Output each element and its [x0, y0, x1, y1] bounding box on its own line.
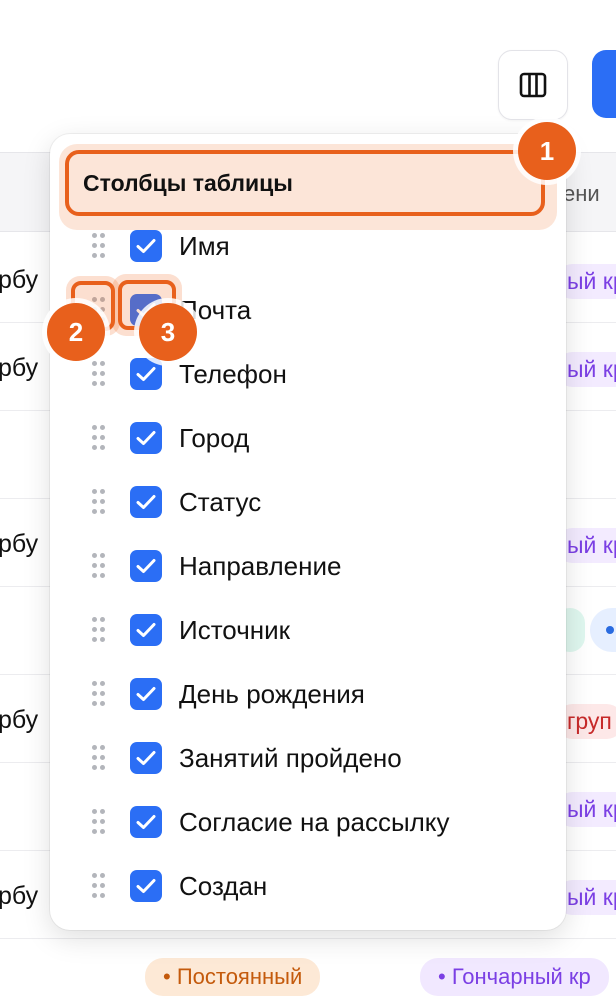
column-checkbox[interactable] — [130, 486, 162, 518]
column-checkbox[interactable] — [130, 870, 162, 902]
column-option-row[interactable]: Создан — [80, 862, 540, 910]
column-option-label: Статус — [179, 487, 262, 517]
column-option-label: Источник — [179, 615, 290, 645]
columns-settings-button[interactable] — [498, 50, 568, 120]
drag-handle-icon[interactable] — [92, 553, 106, 579]
dropdown-title: Столбцы таблицы — [83, 170, 293, 196]
checkmark-icon — [136, 687, 156, 701]
column-option-row[interactable]: Имя — [80, 222, 540, 270]
column-checkbox[interactable] — [130, 550, 162, 582]
annotation-badge-3: 3 — [139, 303, 197, 361]
drag-handle-icon[interactable] — [92, 873, 106, 899]
column-option-label: Телефон — [179, 359, 287, 389]
table-cell-name: рбу — [0, 530, 39, 558]
checkmark-icon — [136, 879, 156, 893]
dot-icon — [606, 626, 614, 634]
column-header-partial: ени — [563, 181, 600, 206]
drag-handle-icon[interactable] — [92, 745, 106, 771]
checkmark-icon — [136, 751, 156, 765]
checkmark-icon — [136, 367, 156, 381]
status-pill — [590, 608, 616, 652]
column-option-label: Направление — [179, 551, 342, 581]
dropdown-title-box: Столбцы таблицы — [65, 150, 545, 216]
table-cell-name: рбу — [0, 882, 39, 910]
column-option-row[interactable]: Направление — [80, 542, 540, 590]
annotation-badge-1: 1 — [518, 122, 576, 180]
column-checkbox[interactable] — [130, 614, 162, 646]
columns-icon — [519, 72, 547, 98]
checkmark-icon — [136, 239, 156, 253]
checkmark-icon — [136, 815, 156, 829]
row-divider — [0, 938, 616, 939]
table-cell-name: рбу — [0, 354, 39, 382]
column-option-label: День рождения — [179, 679, 365, 709]
column-option-label: Имя — [179, 231, 230, 261]
column-option-row[interactable]: Статус — [80, 478, 540, 526]
column-checkbox[interactable] — [130, 678, 162, 710]
drag-handle-icon[interactable] — [92, 425, 106, 451]
checkmark-icon — [136, 431, 156, 445]
checkmark-icon — [136, 623, 156, 637]
column-option-label: Создан — [179, 871, 268, 901]
column-option-label: Согласие на рассылку — [179, 807, 450, 837]
column-checkbox[interactable] — [130, 358, 162, 390]
column-option-row[interactable]: Занятий пройдено — [80, 734, 540, 782]
drag-handle-icon[interactable] — [92, 361, 106, 387]
column-option-label: Город — [179, 423, 250, 453]
column-checkbox[interactable] — [130, 742, 162, 774]
status-badge: • Постоянный — [145, 958, 321, 996]
table-cell-name: рбу — [0, 266, 39, 294]
primary-action-button[interactable] — [592, 50, 616, 118]
column-checkbox[interactable] — [130, 806, 162, 838]
column-option-row[interactable]: Телефон — [80, 350, 540, 398]
column-option-row[interactable]: Город — [80, 414, 540, 462]
column-option-row[interactable]: Согласие на рассылку — [80, 798, 540, 846]
column-option-row[interactable]: Источник — [80, 606, 540, 654]
drag-handle-icon[interactable] — [92, 489, 106, 515]
column-option-row[interactable]: День рождения — [80, 670, 540, 718]
checkmark-icon — [136, 495, 156, 509]
column-checkbox[interactable] — [130, 422, 162, 454]
status-badge: • Гончарный кр — [420, 958, 609, 996]
drag-handle-icon[interactable] — [92, 233, 106, 259]
table-cell-name: рбу — [0, 706, 39, 734]
column-option-label: Занятий пройдено — [179, 743, 402, 773]
drag-handle-icon[interactable] — [92, 617, 106, 643]
checkmark-icon — [136, 559, 156, 573]
drag-handle-icon[interactable] — [92, 681, 106, 707]
annotation-badge-2: 2 — [47, 303, 105, 361]
drag-handle-icon[interactable] — [92, 809, 106, 835]
column-checkbox[interactable] — [130, 230, 162, 262]
